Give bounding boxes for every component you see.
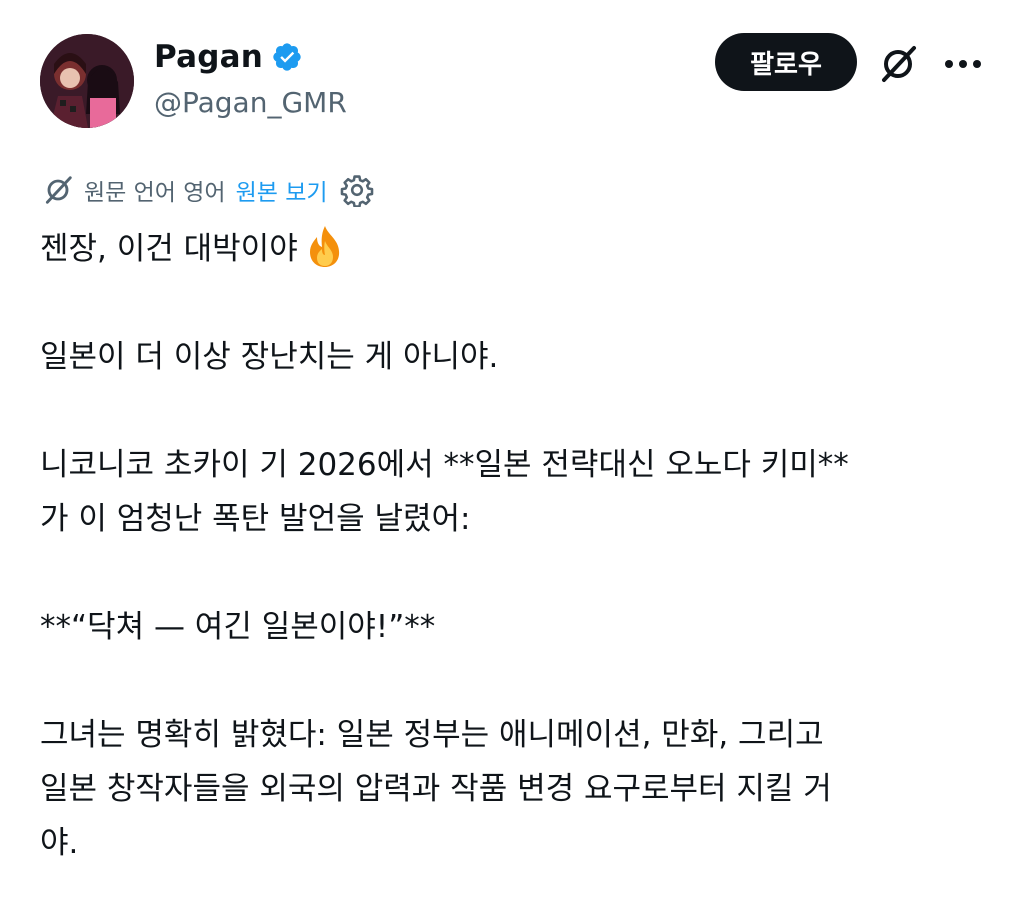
- gear-icon[interactable]: [340, 173, 374, 208]
- tweet-card: Pagan @Pagan_GMR 팔로우 원문 언어 영어 원본 보기 젠장, …: [0, 0, 1024, 922]
- grok-button[interactable]: [874, 40, 922, 88]
- tweet-line-1: 젠장, 이건 대박이야: [40, 222, 980, 276]
- verified-badge-icon: [271, 41, 303, 73]
- tweet-line-5b: 일본 창작자들을 외국의 압력과 작품 변경 요구로부터 지킬 거: [40, 771, 832, 807]
- tweet-line-1-text: 젠장, 이건 대박이야: [40, 231, 298, 267]
- tweet-line-4: **“닥쳐 — 여긴 일본이야!”**: [40, 609, 436, 645]
- tweet-line-3a: 니코니코 초카이 기 2026에서 **일본 전략대신 오노다 키미**: [40, 447, 849, 483]
- author-handle[interactable]: @Pagan_GMR: [154, 86, 347, 119]
- show-original-link[interactable]: 원본 보기: [236, 173, 328, 207]
- grok-translate-icon: [40, 172, 76, 208]
- follow-button[interactable]: 팔로우: [715, 33, 857, 91]
- avatar[interactable]: [40, 34, 134, 128]
- tweet-line-5a: 그녀는 명확히 밝혔다: 일본 정부는 애니메이션, 만화, 그리고: [40, 717, 824, 753]
- author-display-name[interactable]: Pagan: [154, 39, 263, 75]
- author-name-row[interactable]: Pagan: [154, 38, 303, 76]
- more-options-button[interactable]: [938, 40, 988, 88]
- translation-language-label: 원문 언어 영어: [84, 180, 226, 206]
- tweet-line-3b: 가 이 엄청난 폭탄 발언을 날렸어:: [40, 501, 471, 537]
- grok-icon: [882, 46, 916, 82]
- tweet-text: 젠장, 이건 대박이야 일본이 더 이상 장난치는 게 아니야. 니코니코 초카…: [40, 222, 980, 870]
- tweet-line-2: 일본이 더 이상 장난치는 게 아니야.: [40, 339, 499, 375]
- more-icon: [945, 60, 981, 68]
- translation-bar: 원문 언어 영어 원본 보기: [40, 170, 374, 210]
- avatar-image: [40, 34, 134, 128]
- tweet-line-5c: 야.: [40, 825, 79, 861]
- fire-icon: [302, 223, 348, 269]
